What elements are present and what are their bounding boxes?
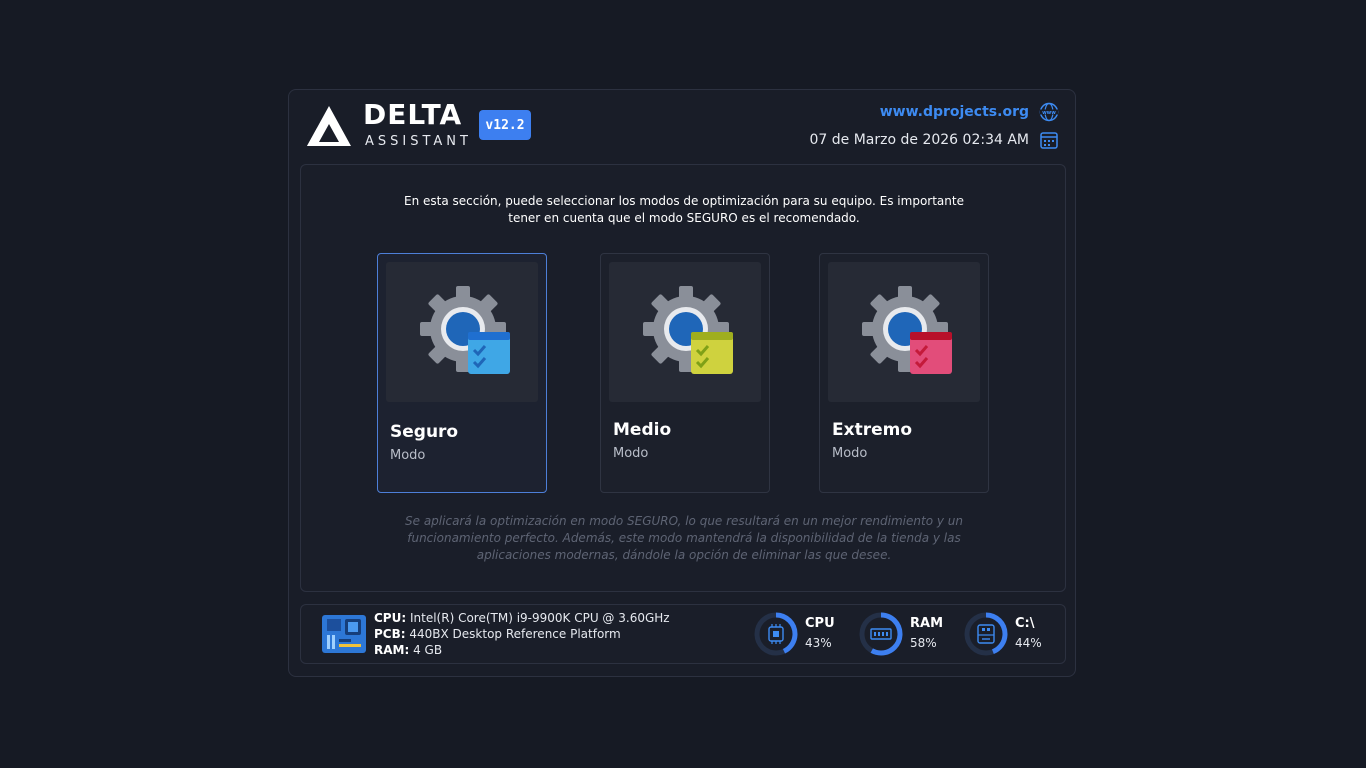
disk-icon (977, 624, 995, 644)
motherboard-icon (322, 615, 366, 653)
brand-subtitle: ASSISTANT (365, 134, 472, 149)
mode-card-extremo[interactable]: Extremo Modo (819, 253, 989, 493)
svg-text:www: www (1042, 110, 1056, 116)
delta-logo-icon (307, 106, 351, 146)
pcb-value: 440BX Desktop Reference Platform (409, 627, 621, 641)
brand-title: DELTA (363, 98, 463, 131)
ram-gauge: RAM 58% (858, 611, 948, 657)
mode-subtitle: Modo (613, 446, 649, 461)
ram-label: RAM: (374, 643, 410, 657)
mode-thumbnail (609, 262, 761, 402)
gauge-label: C:\ (1015, 616, 1035, 631)
gauge-value: 44% (1015, 636, 1042, 650)
gear-checklist-icon (862, 286, 952, 374)
mode-card-medio[interactable]: Medio Modo (600, 253, 770, 493)
cpu-value: Intel(R) Core(TM) i9-9900K CPU @ 3.60GHz (409, 611, 670, 625)
gear-checklist-icon (643, 286, 733, 374)
datetime-display: 07 de Marzo de 2026 02:34 AM (809, 132, 1029, 148)
cpu-gauge: CPU 43% (753, 611, 843, 657)
version-badge: v12.2 (479, 110, 531, 140)
gauge-label: RAM (910, 616, 944, 631)
system-info-panel: CPU: Intel(R) Core(TM) i9-9900K CPU @ 3.… (300, 604, 1066, 664)
mode-title: Seguro (390, 422, 459, 442)
memory-icon (870, 628, 892, 640)
ram-value: 4 GB (413, 643, 443, 657)
disk-gauge: C:\ 44% (963, 611, 1053, 657)
mode-subtitle: Modo (390, 448, 426, 463)
mode-title: Extremo (832, 420, 913, 440)
gauge-value: 58% (910, 636, 937, 650)
app-window: DELTA ASSISTANT v12.2 www.dprojects.org … (288, 89, 1076, 677)
mode-card-seguro[interactable]: Seguro Modo (377, 253, 547, 493)
mode-thumbnail (828, 262, 980, 402)
gear-checklist-icon (420, 286, 510, 374)
pcb-label: PCB: (374, 627, 406, 641)
calendar-icon (1040, 132, 1058, 149)
mode-subtitle: Modo (832, 446, 868, 461)
gauge-label: CPU (805, 616, 835, 631)
mode-description: Se aplicará la optimización en modo SEGU… (405, 514, 963, 562)
mode-thumbnail (386, 262, 538, 402)
chip-icon (768, 624, 784, 644)
hardware-specs: CPU: Intel(R) Core(TM) i9-9900K CPU @ 3.… (374, 610, 670, 658)
cpu-label: CPU: (374, 611, 407, 625)
mode-selection-panel: En esta sección, puede seleccionar los m… (300, 164, 1066, 592)
globe-icon[interactable]: www (1039, 102, 1059, 122)
website-link[interactable]: www.dprojects.org (880, 104, 1029, 120)
intro-text: En esta sección, puede seleccionar los m… (404, 194, 964, 225)
mode-title: Medio (613, 420, 672, 440)
gauge-value: 43% (805, 636, 832, 650)
